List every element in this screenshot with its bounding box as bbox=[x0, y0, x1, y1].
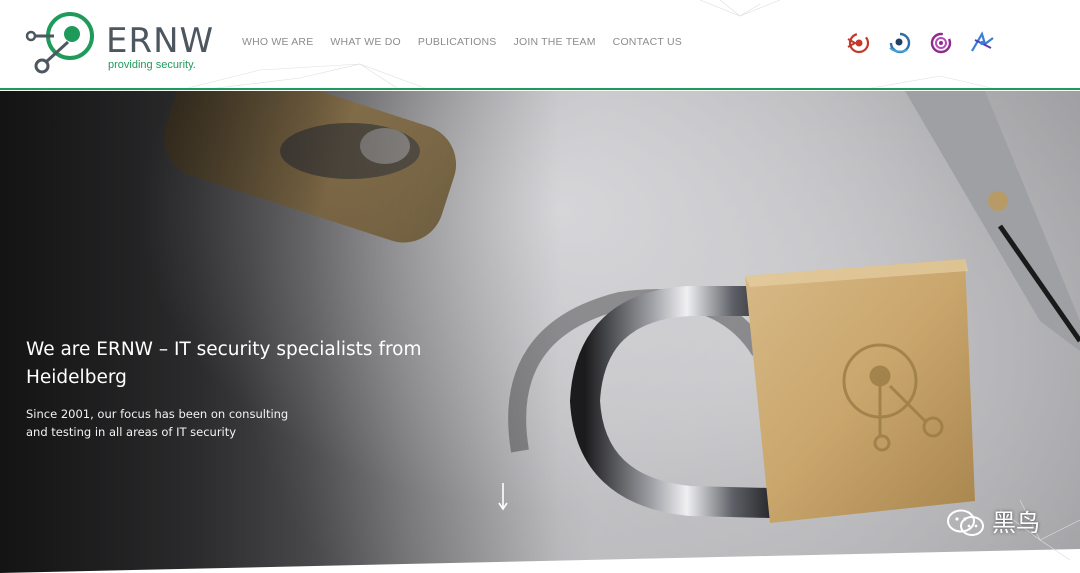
site-header: ERNW providing security. WHO WE ARE WHAT… bbox=[0, 0, 1080, 90]
header-accent-line bbox=[0, 88, 1080, 90]
hero-banner: We are ERNW – IT security specialists fr… bbox=[0, 91, 1080, 573]
partner-purple-swirl-icon[interactable] bbox=[928, 30, 954, 56]
hero-text-shade bbox=[0, 91, 560, 573]
arrow-down-icon[interactable] bbox=[497, 482, 509, 512]
partner-star-icon[interactable] bbox=[969, 30, 995, 56]
brand-name: ERNW bbox=[106, 21, 215, 61]
nav-publications[interactable]: PUBLICATIONS bbox=[418, 34, 497, 50]
nav-who-we-are[interactable]: WHO WE ARE bbox=[242, 34, 313, 50]
partner-red-swirl-icon[interactable] bbox=[846, 30, 872, 56]
partner-links bbox=[846, 30, 1010, 56]
nav-what-we-do[interactable]: WHAT WE DO bbox=[330, 34, 400, 50]
brand-tagline: providing security. bbox=[108, 59, 196, 71]
ernw-logo[interactable]: ERNW providing security. bbox=[24, 10, 214, 76]
wechat-icon bbox=[947, 509, 984, 536]
nav-contact-us[interactable]: CONTACT US bbox=[613, 34, 682, 50]
partner-blue-swirl-icon[interactable] bbox=[887, 30, 913, 56]
hero-subtitle: Since 2001, our focus has been on consul… bbox=[26, 407, 289, 439]
watermark-text: 黑鸟 bbox=[992, 509, 1040, 537]
wechat-watermark: 黑鸟 bbox=[946, 508, 1040, 538]
ernw-logo-icon bbox=[25, 12, 94, 74]
main-navigation: WHO WE ARE WHAT WE DO PUBLICATIONS JOIN … bbox=[242, 34, 699, 50]
hero-title: We are ERNW – IT security specialists fr… bbox=[26, 339, 422, 388]
nav-join-the-team[interactable]: JOIN THE TEAM bbox=[514, 34, 596, 50]
